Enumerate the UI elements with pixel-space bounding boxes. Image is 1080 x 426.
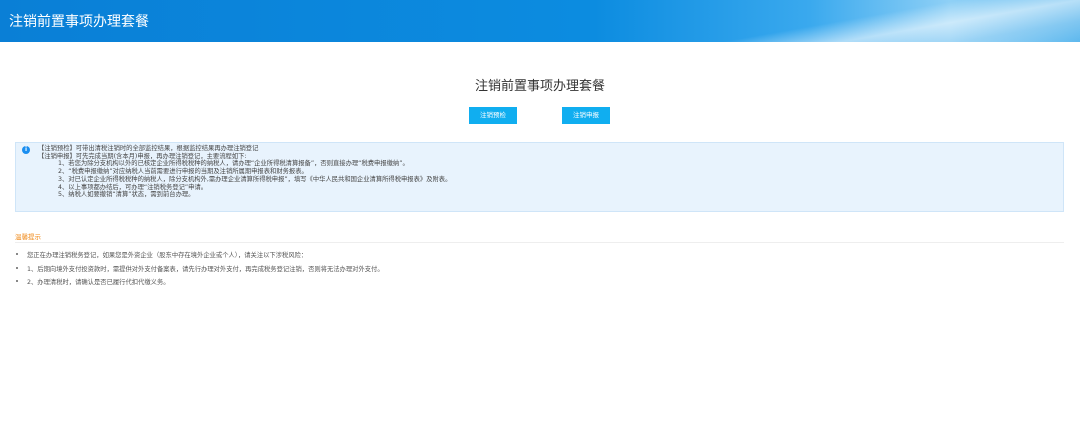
info-step: 5、纳税人如要撤销“清算”状态，需到前台办理。 <box>58 191 195 199</box>
tips-item: 您正在办理注销税务登记，如果您是外资企业（股东中存在境外企业或个人），请关注以下… <box>15 250 384 264</box>
page-title: 注销前置事项办理套餐 <box>474 79 605 94</box>
info-line: 【注销预检】可带出清税注销时的全部监控结果，根据监控结果再办理注销登记 <box>38 145 259 152</box>
info-step: 3、对已认定企业所得税税种的纳税人，除分支机构外,需办理企业清算所得税申报”，填… <box>58 175 452 183</box>
tips-title: 温馨提示 <box>15 233 41 241</box>
header-banner: 注销前置事项办理套餐 <box>0 0 1080 42</box>
info-panel: i 【注销预检】可带出清税注销时的全部监控结果，根据监控结果再办理注销登记 【注… <box>15 142 1064 212</box>
app-title: 注销前置事项办理套餐 <box>9 14 149 30</box>
tips-list: 您正在办理注销税务登记，如果您是外资企业（股东中存在境外企业或个人），请关注以下… <box>15 250 384 291</box>
info-icon: i <box>22 146 30 154</box>
divider <box>15 242 1064 243</box>
info-step: 2、“税费申报缴纳”对应纳税人当前需要进行申报的当期及注销所属期申报表和财务报表… <box>58 168 308 176</box>
info-step: 1、若您为除分支机构以外的已核定企业所得税税种的纳税人，请办理“企业所得税清算报… <box>58 160 409 168</box>
great-wall-decoration <box>720 0 1080 42</box>
tips-item: 2、办理清税时，请确认是否已履行代扣代缴义务。 <box>15 277 384 291</box>
tips-item: 1、后期向境外支付投资款时，需提供对外支付备案表，请先行办理对外支付，再完成税务… <box>15 264 384 278</box>
deregistration-declaration-button[interactable]: 注销申报 <box>562 107 610 124</box>
deregistration-precheck-button[interactable]: 注销预检 <box>469 107 517 124</box>
